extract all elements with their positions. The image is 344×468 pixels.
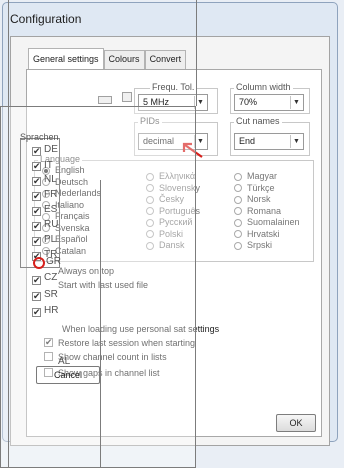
cancel-button[interactable]: Cancel xyxy=(36,366,100,384)
language-option[interactable]: Hrvatski xyxy=(234,229,300,241)
language-option[interactable]: Srpski xyxy=(234,240,300,252)
radio-icon xyxy=(234,218,242,227)
language-option[interactable]: Magyar xyxy=(234,171,300,183)
frequ-tol-label: Frequ. Tol. xyxy=(150,82,197,92)
language-code: CZ xyxy=(44,272,58,283)
language-column-3: Magyar Türkçe Norsk Romana Suomalainen H… xyxy=(234,171,300,252)
cut-names-value: End xyxy=(239,136,256,146)
code-checkbox[interactable]: ✔ xyxy=(32,237,41,246)
chevron-down-icon: ▼ xyxy=(290,96,302,109)
language-code: RU xyxy=(44,219,59,230)
grid-icon[interactable] xyxy=(122,92,132,102)
ok-button[interactable]: OK xyxy=(276,414,316,432)
code-checkbox[interactable]: ✔ xyxy=(32,177,41,186)
radio-icon xyxy=(234,207,242,216)
column-width-value: 70% xyxy=(239,97,258,107)
window-title: Configuration xyxy=(10,12,82,26)
tab-convert[interactable]: Convert xyxy=(144,50,187,70)
language-option[interactable]: Romana xyxy=(234,206,300,218)
overlay-border-line xyxy=(196,0,197,106)
column-width-label: Column width xyxy=(234,82,293,92)
cut-names-select[interactable]: End ▼ xyxy=(234,133,304,150)
tab-strip: General settings Colours Convert xyxy=(28,48,187,70)
column-width-select[interactable]: 70% ▼ xyxy=(234,94,304,111)
language-option[interactable]: Suomalainen xyxy=(234,217,300,229)
code-checkbox[interactable]: ✔ xyxy=(32,308,41,317)
code-checkbox[interactable]: ✔ xyxy=(32,162,41,171)
code-checkbox[interactable]: ✔ xyxy=(32,222,41,231)
language-code: SR xyxy=(44,289,58,300)
code-checkbox[interactable]: ✔ xyxy=(32,147,41,156)
language-code: GR xyxy=(46,256,61,267)
language-code: NL xyxy=(44,174,57,185)
radio-icon xyxy=(234,195,242,204)
red-circle-icon xyxy=(33,257,45,269)
language-code: HR xyxy=(44,305,59,316)
chevron-down-icon: ▼ xyxy=(290,135,302,148)
minus-button[interactable] xyxy=(98,96,112,104)
code-checkbox[interactable]: ✔ xyxy=(32,207,41,216)
code-checkbox[interactable]: ✔ xyxy=(32,192,41,201)
radio-icon xyxy=(234,172,242,181)
radio-icon xyxy=(234,241,242,250)
language-option[interactable]: Türkçe xyxy=(234,183,300,195)
code-checkbox[interactable]: ✔ xyxy=(32,292,41,301)
code-checkbox[interactable]: ✔ xyxy=(32,276,41,285)
language-code: FR xyxy=(44,189,58,200)
language-code: IT xyxy=(44,160,53,171)
overlay-border-line xyxy=(100,180,101,468)
tab-colours[interactable]: Colours xyxy=(103,50,145,70)
language-code: PL xyxy=(44,234,57,245)
tab-general-settings[interactable]: General settings xyxy=(28,48,104,70)
cut-names-label: Cut names xyxy=(234,116,282,126)
radio-icon xyxy=(234,184,242,193)
sprachen-label: Sprachen xyxy=(20,132,59,142)
overlay-border-line xyxy=(8,0,9,468)
radio-icon xyxy=(234,230,242,239)
overlay-border-line xyxy=(0,106,196,107)
language-option[interactable]: Norsk xyxy=(234,194,300,206)
language-code: DE xyxy=(44,144,58,155)
language-code: ES xyxy=(44,204,58,215)
